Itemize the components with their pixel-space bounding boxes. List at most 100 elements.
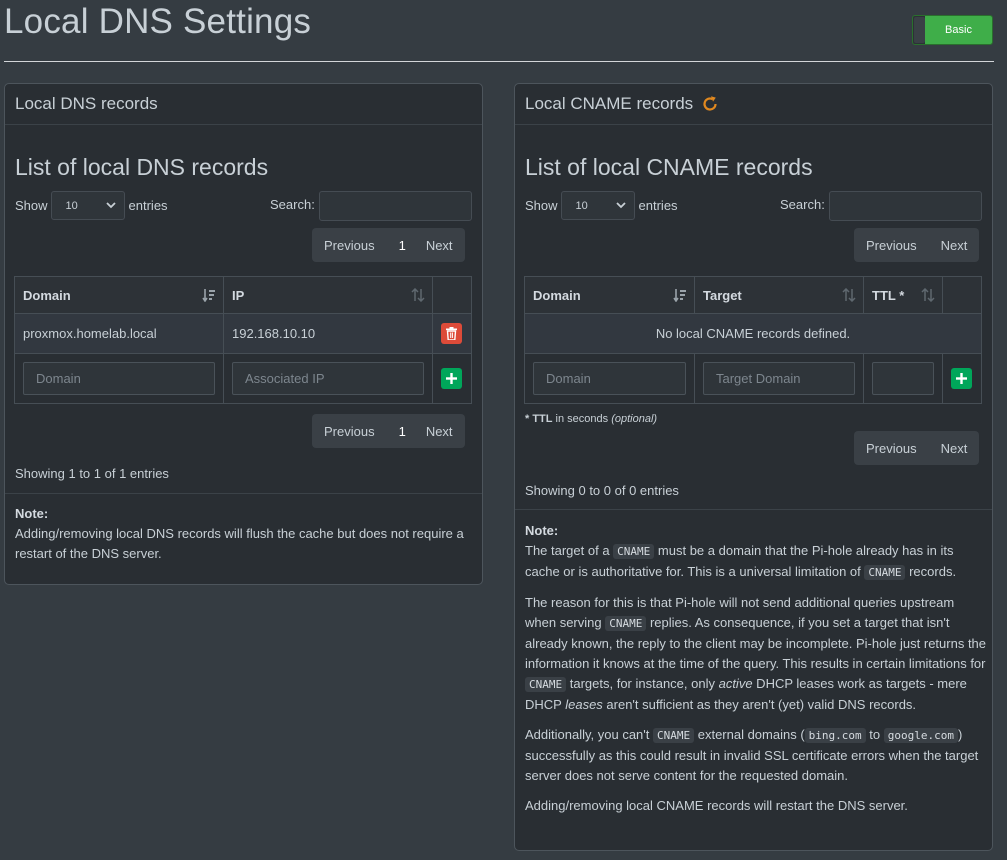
cname-panel-header: Local CNAME records <box>515 84 992 125</box>
add-domain-cell: Domain <box>14 353 224 404</box>
code-cname: CNAME <box>525 677 567 692</box>
title-divider <box>4 61 994 62</box>
dns-panel-title: Local DNS records <box>15 94 158 113</box>
page-1-button[interactable]: 1 <box>387 424 414 439</box>
column-header-domain[interactable]: Domain <box>14 276 224 314</box>
domain-placeholder: Domain <box>546 371 591 386</box>
dns-show-label: Show <box>15 198 48 213</box>
page-title: Local DNS Settings <box>4 2 312 41</box>
ip-input[interactable]: Associated IP <box>232 362 424 395</box>
code-cname: CNAME <box>864 565 906 580</box>
basic-mode-label[interactable]: Basic <box>925 16 992 44</box>
dns-search-label: Search: <box>270 197 315 212</box>
column-header-ttl[interactable]: TTL * <box>863 276 943 314</box>
cname-search-input[interactable] <box>829 191 982 221</box>
note-paragraph-1: The target of a CNAME must be a domain t… <box>525 541 987 583</box>
column-header-ip[interactable]: IP <box>223 276 433 314</box>
column-header-actions <box>942 276 982 314</box>
add-target-cell: Target Domain <box>694 353 864 404</box>
basic-mode-toggle[interactable]: Basic <box>912 15 993 45</box>
add-action-cell <box>942 353 982 404</box>
dns-length-control: Show 10 entries <box>15 191 168 220</box>
row-domain: proxmox.homelab.local <box>14 313 224 354</box>
sort-both-icon <box>411 288 425 302</box>
trash-icon <box>446 327 457 340</box>
column-header-target[interactable]: Target <box>694 276 864 314</box>
cname-list-title: List of local CNAME records <box>525 154 813 180</box>
cname-panel-title: Local CNAME records <box>525 94 694 113</box>
note-paragraph-4: Adding/removing local CNAME records will… <box>525 798 908 813</box>
column-label: Domain <box>23 287 71 303</box>
page-1-button[interactable]: 1 <box>387 238 414 253</box>
domain-input[interactable]: Domain <box>533 362 686 395</box>
text: aren't sufficient as they aren't (yet) v… <box>602 697 917 712</box>
cname-page-size-select[interactable]: 10 <box>560 191 635 220</box>
add-domain-cell: Domain <box>524 353 695 404</box>
dns-search-input[interactable] <box>319 191 472 221</box>
code-bing: bing.com <box>804 728 866 743</box>
next-button[interactable]: Next <box>929 441 980 456</box>
target-domain-input[interactable]: Target Domain <box>703 362 855 395</box>
text: external domains ( <box>694 727 805 742</box>
dns-list-title: List of local DNS records <box>15 154 269 180</box>
add-record-button[interactable] <box>441 368 462 389</box>
cname-entries-label: entries <box>638 198 678 213</box>
row-ip: 192.168.10.10 <box>223 313 433 354</box>
text: The target of a <box>525 543 614 558</box>
note-paragraph-3: Additionally, you can't CNAME external d… <box>525 725 987 786</box>
cname-footer-divider <box>515 509 992 510</box>
domain-placeholder: Domain <box>36 371 81 386</box>
next-button[interactable]: Next <box>414 238 465 253</box>
dns-footer-divider <box>5 493 482 494</box>
emphasis: leases <box>565 697 603 712</box>
dns-page-size-select[interactable]: 10 <box>50 191 125 220</box>
sort-ascending-icon <box>202 289 215 302</box>
previous-button[interactable]: Previous <box>854 441 929 456</box>
ttl-input[interactable] <box>872 362 934 395</box>
column-header-actions <box>432 276 472 314</box>
add-cname-button[interactable] <box>951 368 972 389</box>
sort-both-icon <box>842 288 856 302</box>
text: to <box>865 727 884 742</box>
sort-ascending-icon <box>673 289 686 302</box>
dns-records-table: Domain IP proxmox.homelab.local 192.168.… <box>14 276 472 404</box>
column-header-domain[interactable]: Domain <box>524 276 695 314</box>
cname-pagination-bottom: Previous Next <box>854 431 980 465</box>
delete-record-button[interactable] <box>441 323 462 344</box>
next-button[interactable]: Next <box>929 238 980 253</box>
dns-pagination-bottom: Previous 1 Next <box>312 414 465 448</box>
dns-entries-label: entries <box>128 198 168 213</box>
note-title: Note: <box>525 523 559 538</box>
cname-show-label: Show <box>525 198 558 213</box>
add-record-row: Domain Target Domain <box>524 353 982 404</box>
plus-icon <box>446 373 457 384</box>
note-paragraph-2: The reason for this is that Pi-hole will… <box>525 593 987 715</box>
note-title: Note: <box>15 506 49 521</box>
ttl-footnote: * TTL in seconds (optional) <box>525 413 657 425</box>
dns-records-panel: Local DNS records List of local DNS reco… <box>4 83 483 585</box>
ttl-label: * TTL <box>525 413 553 425</box>
code-cname: CNAME <box>605 616 647 631</box>
text: targets, for instance, only <box>566 676 719 691</box>
code-google: google.com <box>883 728 958 743</box>
add-action-cell <box>432 353 472 404</box>
emphasis: active <box>718 676 753 691</box>
previous-button[interactable]: Previous <box>312 424 387 439</box>
table-row: proxmox.homelab.local 192.168.10.10 <box>14 313 472 354</box>
cname-records-table: Domain Target TTL * No local CNAME recor… <box>524 276 982 404</box>
chevron-down-icon <box>615 202 626 209</box>
ip-placeholder: Associated IP <box>245 371 325 386</box>
code-cname: CNAME <box>652 728 695 743</box>
domain-input[interactable]: Domain <box>23 362 215 395</box>
dns-page-size-value: 10 <box>65 199 78 212</box>
target-placeholder: Target Domain <box>716 371 801 386</box>
previous-button[interactable]: Previous <box>312 238 387 253</box>
text: Additionally, you can't <box>525 727 653 742</box>
refresh-icon[interactable] <box>701 95 719 113</box>
toggle-knob[interactable] <box>914 17 925 43</box>
previous-button[interactable]: Previous <box>854 238 929 253</box>
add-ip-cell: Associated IP <box>223 353 433 404</box>
chevron-down-icon <box>105 202 116 209</box>
dns-table-info: Showing 1 to 1 of 1 entries <box>15 466 169 481</box>
next-button[interactable]: Next <box>414 424 465 439</box>
